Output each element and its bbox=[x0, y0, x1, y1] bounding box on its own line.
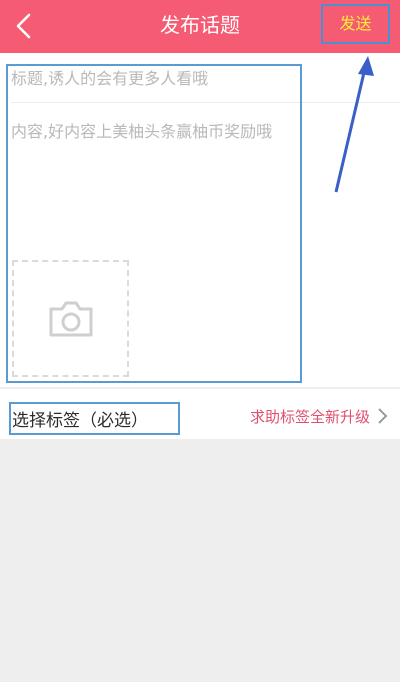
title-input[interactable]: 标题,诱人的会有更多人看哦 bbox=[11, 65, 208, 89]
send-button[interactable]: 发送 bbox=[321, 4, 390, 44]
content-input[interactable]: 内容,好内容上美柚头条赢柚币奖励哦 bbox=[11, 118, 272, 142]
divider bbox=[11, 102, 400, 103]
select-tag-button[interactable]: 选择标签（必选） bbox=[12, 406, 148, 431]
chevron-right-icon[interactable] bbox=[376, 406, 388, 426]
camera-icon bbox=[49, 301, 92, 336]
add-photo-button[interactable] bbox=[12, 260, 129, 377]
tag-upgrade-link[interactable]: 求助标签全新升级 bbox=[250, 406, 370, 427]
header-bar: 发布话题 发送 bbox=[0, 0, 400, 53]
